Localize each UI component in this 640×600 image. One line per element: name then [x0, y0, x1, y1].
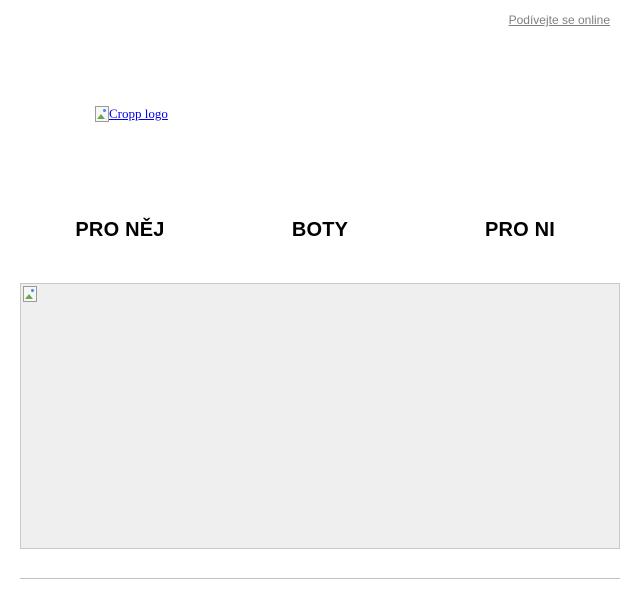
- category-nav: PRO NĚJ BOTY PRO NI: [20, 219, 620, 242]
- nav-item-pro-ni[interactable]: PRO NI: [420, 219, 620, 242]
- view-online-link[interactable]: Podívejte se online: [509, 13, 610, 27]
- nav-item-pro-nej[interactable]: PRO NĚJ: [20, 219, 220, 242]
- nav-item-boty[interactable]: BOTY: [220, 219, 420, 242]
- broken-image-icon: [23, 286, 37, 302]
- broken-image-icon: [95, 106, 109, 122]
- logo-link[interactable]: Cropp logo: [95, 106, 168, 122]
- logo-alt-text: Cropp logo: [109, 106, 168, 121]
- hero-banner-image[interactable]: [20, 283, 620, 549]
- divider: [20, 578, 620, 579]
